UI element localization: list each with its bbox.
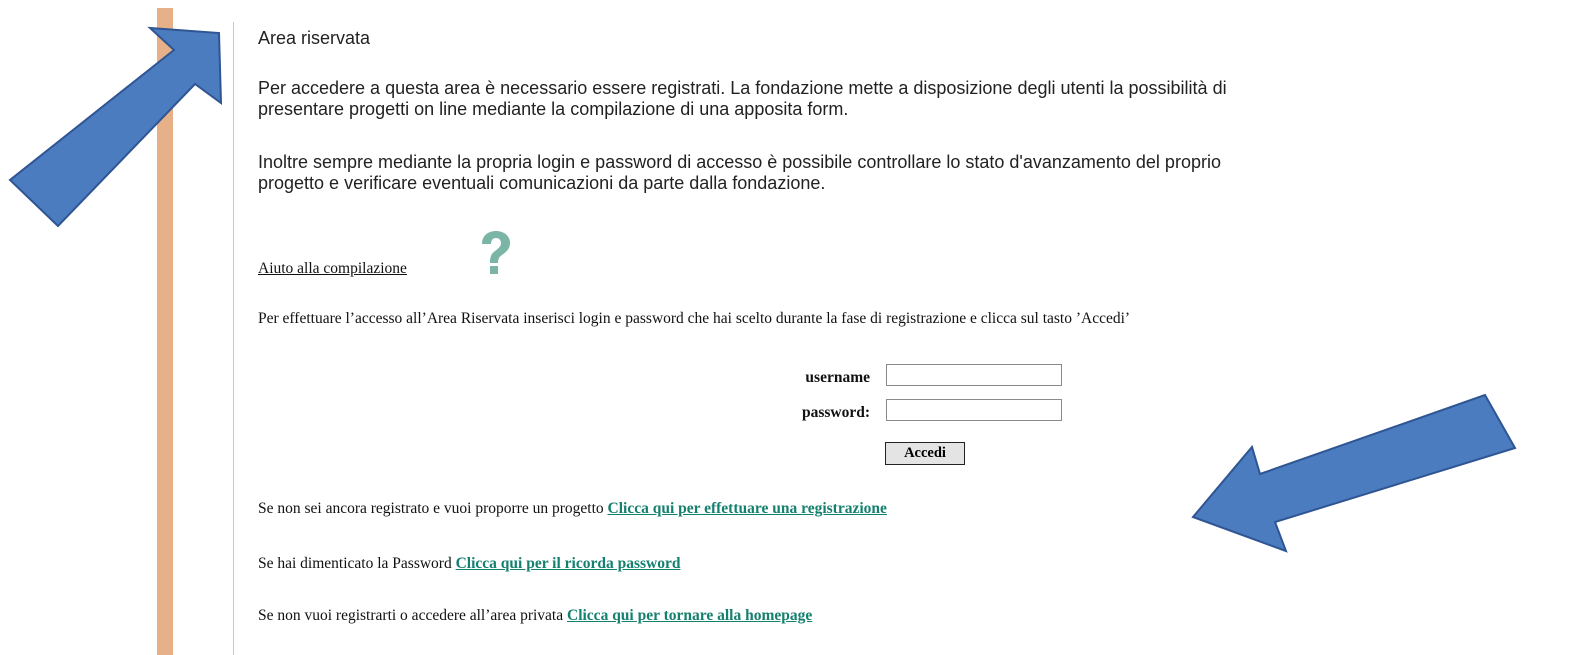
forgot-password-prefix: Se hai dimenticato la Password (258, 555, 456, 572)
intro-paragraph-1-line-1: Per accedere a questa area è necessario … (258, 78, 1227, 98)
username-label: username (805, 369, 870, 386)
register-prefix: Se non sei ancora registrato e vuoi prop… (258, 500, 608, 517)
accedi-button[interactable]: Accedi (885, 442, 965, 465)
intro-paragraph-1: Per accedere a questa area è necessario … (258, 78, 1576, 120)
intro-paragraph-2: Inoltre sempre mediante la propria login… (258, 152, 1576, 194)
password-input[interactable] (886, 399, 1062, 421)
page-title: Area riservata (258, 28, 371, 48)
username-input[interactable] (886, 364, 1062, 386)
register-link[interactable]: Clicca qui per effettuare una registrazi… (608, 500, 887, 517)
question-mark-icon[interactable] (478, 230, 512, 276)
forgot-password-line: Se hai dimenticato la Password Clicca qu… (258, 555, 681, 573)
sidebar-bar (157, 8, 173, 655)
homepage-link[interactable]: Clicca qui per tornare alla homepage (567, 607, 812, 624)
intro-paragraph-1-line-2: presentare progetti on line mediante la … (258, 99, 849, 119)
homepage-line: Se non vuoi registrarti o accedere all’a… (258, 607, 812, 625)
homepage-prefix: Se non vuoi registrarti o accedere all’a… (258, 607, 567, 624)
help-link[interactable]: Aiuto alla compilazione (258, 260, 407, 278)
login-instructions: Per effettuare l’accesso all’Area Riserv… (258, 310, 1131, 327)
column-divider (233, 22, 234, 655)
intro-paragraph-2-line-1: Inoltre sempre mediante la propria login… (258, 152, 1221, 172)
password-label: password: (801, 404, 870, 421)
intro-paragraph-2-line-2: progetto e verificare eventuali comunica… (258, 173, 826, 193)
forgot-password-link[interactable]: Clicca qui per il ricorda password (456, 555, 681, 572)
register-line: Se non sei ancora registrato e vuoi prop… (258, 500, 887, 518)
